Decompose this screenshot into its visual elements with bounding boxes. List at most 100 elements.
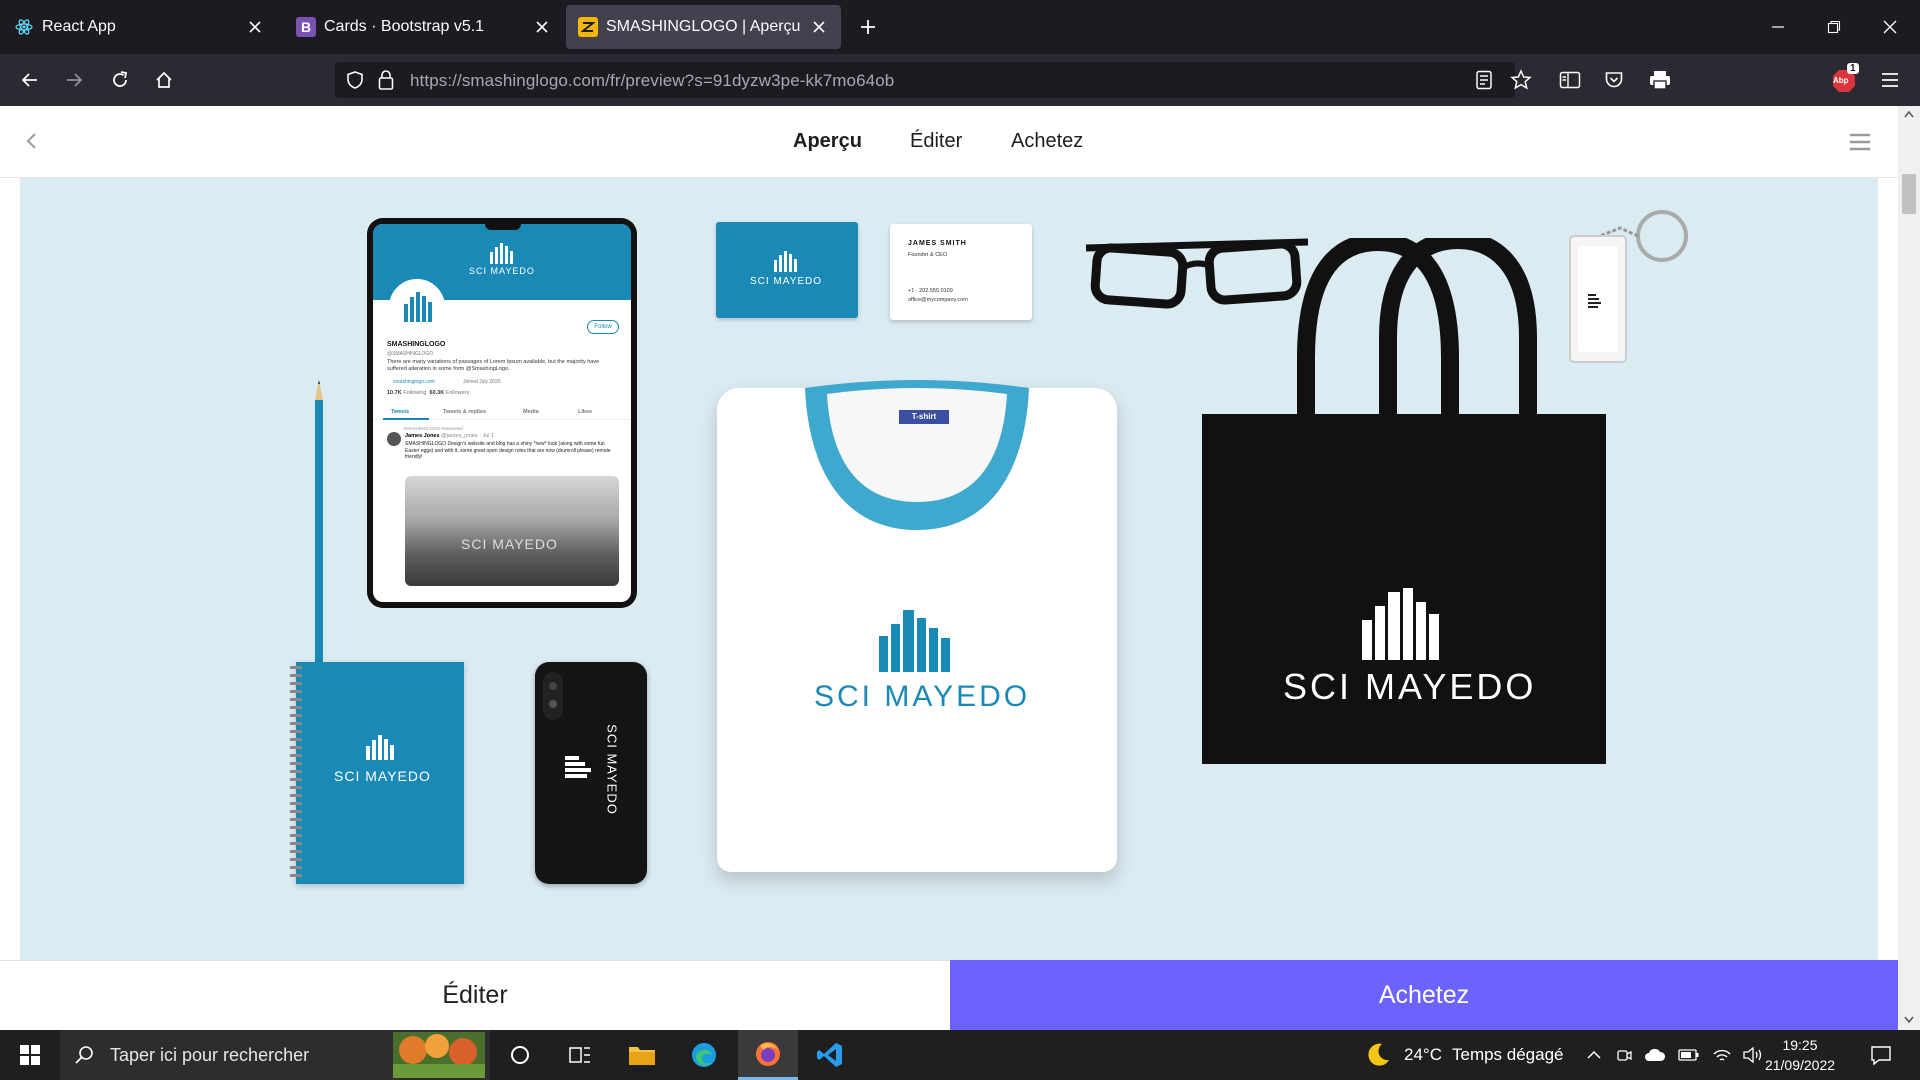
folder-icon: [629, 1047, 655, 1065]
notification-icon: [1871, 1046, 1891, 1065]
building-logo-icon: [879, 610, 950, 672]
print-button[interactable]: [1642, 62, 1678, 98]
vscode-button[interactable]: [800, 1030, 860, 1080]
back-button[interactable]: [12, 62, 48, 98]
sidebar-toggle-button[interactable]: [1552, 62, 1588, 98]
windows-taskbar: Taper ici pour rechercher 24°C Temps dég…: [0, 1030, 1920, 1080]
new-tab-button[interactable]: [850, 9, 886, 45]
nav-preview-link[interactable]: Aperçu: [793, 130, 862, 153]
tab-react-app[interactable]: React App: [2, 5, 277, 49]
url-bar[interactable]: https://smashinglogo.com/fr/preview?s=91…: [335, 62, 1532, 98]
scroll-down-icon: [1904, 1016, 1914, 1024]
lock-icon: [378, 70, 394, 90]
minimize-window-button[interactable]: [1750, 0, 1806, 54]
edit-button[interactable]: Éditer: [0, 960, 950, 1030]
profile-tab-likes: Likes: [578, 409, 593, 415]
url-text[interactable]: https://smashinglogo.com/fr/preview?s=91…: [410, 71, 894, 91]
taskbar-search[interactable]: Taper ici pour rechercher: [60, 1030, 490, 1080]
reload-icon: [113, 71, 128, 87]
notebook-mockup: SCI MAYEDO: [290, 662, 464, 884]
profile-tab-tweets: Tweets: [391, 409, 410, 415]
phone-brand: SCI MAYEDO: [604, 724, 620, 815]
windows-logo-icon: [20, 1045, 40, 1065]
bottom-cta-bar: Éditer Achetez: [0, 960, 1898, 1030]
firefox-button[interactable]: [738, 1030, 798, 1080]
tweet-image: SCI MAYEDO: [405, 476, 619, 586]
card-phone: +1 · 202.555.0109: [908, 288, 953, 294]
plus-icon: [861, 20, 875, 34]
search-highlight-image: [393, 1032, 485, 1078]
file-explorer-button[interactable]: [612, 1030, 672, 1080]
forward-button[interactable]: [56, 62, 92, 98]
pocket-icon: [1605, 72, 1623, 88]
pocket-button[interactable]: [1596, 62, 1632, 98]
scrollbar-thumb[interactable]: [1902, 174, 1916, 214]
browser-toolbar: https://smashinglogo.com/fr/preview?s=91…: [0, 54, 1920, 106]
reload-button[interactable]: [102, 62, 138, 98]
close-window-button[interactable]: [1862, 0, 1918, 54]
reader-view-icon: [1476, 70, 1492, 90]
adblock-extension-button[interactable]: Abp 1: [1826, 62, 1862, 98]
building-logo-icon: [1362, 588, 1439, 660]
firefox-icon: [756, 1041, 780, 1066]
printer-icon: [1650, 71, 1670, 90]
weather-widget[interactable]: 24°C Temps dégagé: [1364, 1030, 1564, 1080]
close-tab-icon[interactable]: [245, 17, 265, 37]
wifi-icon[interactable]: [1712, 1046, 1732, 1064]
clock-date: 21/09/2022: [1764, 1057, 1836, 1073]
shield-icon: [347, 71, 363, 89]
react-icon: [14, 17, 34, 37]
building-logo-icon: [366, 735, 394, 760]
close-tab-icon[interactable]: [809, 17, 829, 37]
card-brand: SCI MAYEDO: [750, 276, 823, 287]
tote-brand: SCI MAYEDO: [1283, 666, 1537, 707]
search-placeholder: Taper ici pour rechercher: [110, 1044, 310, 1065]
task-view-button[interactable]: [550, 1030, 610, 1080]
tweet-image-brand: SCI MAYEDO: [461, 536, 558, 552]
page-scrollbar[interactable]: [1898, 106, 1920, 1030]
close-tab-icon[interactable]: [532, 17, 552, 37]
edit-button-label: Éditer: [442, 981, 508, 1009]
tshirt-brand: SCI MAYEDO: [814, 680, 1031, 713]
edge-button[interactable]: [674, 1030, 734, 1080]
buy-button[interactable]: Achetez: [950, 960, 1898, 1030]
bootstrap-icon: B: [296, 17, 316, 37]
card-email: office@mycompany.com: [908, 297, 968, 303]
tweet-text: SMASHINGLOGO Design's website and blog h…: [405, 441, 611, 460]
volume-icon[interactable]: [1742, 1046, 1764, 1064]
chevron-up-icon[interactable]: [1586, 1047, 1602, 1063]
notebook-brand: SCI MAYEDO: [334, 768, 431, 784]
tshirt-mockup: T-shirt SCI MAYEDO: [717, 380, 1117, 872]
clock[interactable]: 19:25 21/09/2022: [1764, 1030, 1836, 1080]
home-icon: [156, 71, 172, 88]
tab-bootstrap-cards[interactable]: B Cards · Bootstrap v5.1: [284, 5, 564, 49]
url-path: /fr/preview?s=91dyzw3pe-kk7mo64ob: [605, 71, 895, 90]
url-host: https://smashinglogo.com: [410, 71, 606, 90]
card-person-name: JAMES SMITH: [908, 240, 967, 247]
arrow-left-icon: [21, 73, 37, 87]
notifications-button[interactable]: [1856, 1030, 1906, 1080]
onedrive-cloud-icon[interactable]: [1644, 1047, 1666, 1063]
nav-edit-link[interactable]: Éditer: [910, 130, 962, 153]
tab-smashinglogo-preview[interactable]: SMASHINGLOGO | Aperçu: [566, 5, 841, 49]
battery-icon[interactable]: [1678, 1048, 1700, 1062]
back-link[interactable]: [14, 123, 50, 159]
tweet-meta: @james_jones · Jul 1: [441, 433, 495, 439]
following-count: 10.7K: [387, 390, 402, 396]
site-menu-button[interactable]: [1842, 124, 1878, 160]
nav-buy-link[interactable]: Achetez: [1011, 130, 1083, 153]
meet-now-icon[interactable]: [1616, 1046, 1632, 1064]
home-button[interactable]: [146, 62, 182, 98]
restore-window-button[interactable]: [1806, 0, 1862, 54]
followers-count: 60.3K: [429, 390, 445, 396]
chevron-left-icon: [26, 133, 36, 149]
cortana-button[interactable]: [490, 1030, 550, 1080]
followers-label: Followers: [445, 390, 470, 396]
cortana-icon: [511, 1046, 529, 1064]
brand-mockup-preview: SCI MAYEDO Follow SMASHINGLOGO @SMASHING…: [20, 178, 1878, 960]
profile-tab-replies: Tweets & replies: [443, 409, 486, 415]
scroll-up-icon: [1904, 110, 1914, 118]
weather-temp: 24°C: [1404, 1045, 1442, 1064]
app-menu-button[interactable]: [1872, 62, 1908, 98]
start-button[interactable]: [0, 1030, 60, 1080]
